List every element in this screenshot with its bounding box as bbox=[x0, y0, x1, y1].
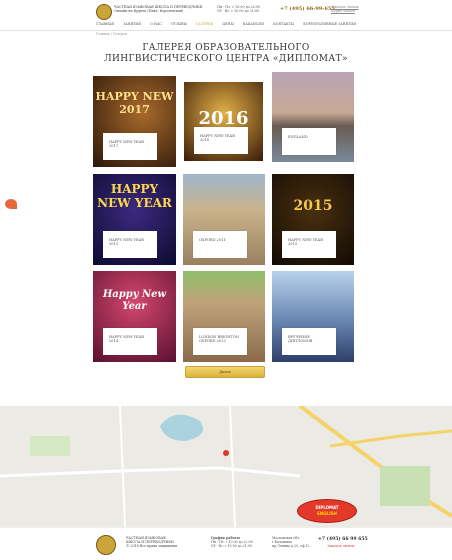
footer-copyright: © 2018 Все права защищены bbox=[126, 544, 178, 549]
nav-classes[interactable]: ЗАНЯТИЯ bbox=[123, 22, 141, 30]
image-text: HAPPY NEW YEAR bbox=[97, 182, 172, 210]
gallery-tile[interactable]: ENGLAND bbox=[272, 72, 354, 162]
page-title: ГАЛЕРЕЯ ОБРАЗОВАТЕЛЬНОГО ЛИНГВИСТИЧЕСКОГ… bbox=[104, 43, 348, 64]
nav-reviews[interactable]: ОТЗЫВЫ bbox=[171, 22, 187, 30]
map-graphic bbox=[0, 406, 452, 527]
footer-logo-icon[interactable] bbox=[96, 535, 116, 555]
badge-line: ENGLISH bbox=[317, 511, 337, 516]
tile-caption: HAPPY NEW YEAR 2012 bbox=[103, 231, 157, 258]
gallery-tile[interactable]: Happy New Year HAPPY NEW YEAR 2014 bbox=[93, 271, 176, 362]
tile-caption: HAPPY NEW YEAR 2017 bbox=[103, 133, 157, 160]
image-text: 2016 bbox=[198, 108, 249, 129]
footer-callback-link[interactable]: Заказать звонок bbox=[327, 544, 354, 548]
gallery-tile[interactable]: OXFORD 2011 bbox=[183, 174, 265, 265]
gallery-tile[interactable]: LONDON BRIGHTON OXFORD 2013 bbox=[183, 271, 265, 362]
nav-corporate[interactable]: КОРПОРАТИВНЫЕ ЗАНЯТИЯ bbox=[303, 22, 356, 30]
nav-about[interactable]: О НАС bbox=[150, 22, 162, 30]
header-divider bbox=[0, 30, 452, 31]
signup-form-link[interactable]: Форма записи bbox=[331, 9, 359, 13]
tile-caption: ENGLAND bbox=[282, 128, 336, 155]
diplomat-english-badge[interactable]: DIPLOMAT ENGLISH bbox=[297, 499, 357, 523]
footer-address: Московская обл. г.Балашиха, пр.Ленина д.… bbox=[272, 536, 324, 549]
brand-line: Онлайн на Фрунзе (Павл. Королевская) bbox=[114, 9, 184, 14]
location-map[interactable] bbox=[0, 406, 452, 527]
tile-caption: OXFORD 2011 bbox=[193, 231, 247, 258]
image-text: 2015 bbox=[293, 198, 333, 214]
more-button[interactable]: Далее bbox=[185, 366, 265, 378]
site-header: ЧАСТНАЯ ЯЗЫКОВАЯ ШКОЛА И ПЕРЕВОДЧИКИ Онл… bbox=[0, 0, 452, 34]
nav-vacancies[interactable]: ВАКАНСИИ bbox=[243, 22, 264, 30]
nav-prices[interactable]: ЦЕНЫ bbox=[222, 22, 233, 30]
tile-caption: HAPPY NEW YEAR 2016 bbox=[194, 127, 248, 154]
header-links: Заказать Звонок Форма записи bbox=[331, 5, 359, 13]
breadcrumb: Главная / Галерея bbox=[96, 32, 127, 36]
tile-caption: ВРУЧЕНИЕ ДИПЛОМОВ bbox=[282, 328, 336, 355]
school-logo-icon[interactable] bbox=[96, 4, 112, 20]
main-nav: ГЛАВНАЯ ЗАНЯТИЯ О НАС ОТЗЫВЫ ГАЛЕРЕЯ ЦЕН… bbox=[96, 22, 356, 30]
image-text: Happy New Year bbox=[102, 289, 167, 312]
address-line: пр.Ленина д.25, оф.12 bbox=[272, 544, 310, 549]
schedule-line: Сб - Вс: с 10:00 до 21:00 bbox=[217, 9, 260, 14]
site-footer: ЧАСТНАЯ ЯЗЫКОВАЯ ШКОЛА И ПЕРЕВОДЧИКИ © 2… bbox=[0, 527, 452, 560]
header-phone[interactable]: +7 (495) 66-99-655 bbox=[280, 6, 335, 12]
image-text: HAPPY NEW 2017 bbox=[95, 90, 174, 116]
gallery-tile[interactable]: HAPPY NEW 2017 HAPPY NEW YEAR 2017 bbox=[93, 76, 176, 167]
schedule-line: Сб - Вс: с 10:00 до 21:00 bbox=[211, 544, 252, 549]
footer-brand: ЧАСТНАЯ ЯЗЫКОВАЯ ШКОЛА И ПЕРЕВОДЧИКИ © 2… bbox=[126, 536, 196, 549]
badge-line: DIPLOMAT bbox=[315, 505, 339, 510]
nav-gallery[interactable]: ГАЛЕРЕЯ bbox=[196, 22, 213, 30]
nav-contacts[interactable]: КОНТАКТЫ bbox=[273, 22, 294, 30]
footer-schedule: График работы Пн - Пт: с 10:00 до 22:00 … bbox=[211, 536, 271, 549]
chat-icon[interactable] bbox=[5, 199, 17, 209]
tile-caption: LONDON BRIGHTON OXFORD 2013 bbox=[193, 328, 247, 355]
brand-text: ЧАСТНАЯ ЯЗЫКОВАЯ ШКОЛА И ПЕРЕВОДЧИКИ Онл… bbox=[114, 5, 204, 13]
tile-caption: HAPPY NEW YEAR 2015 bbox=[282, 231, 336, 258]
gallery-tile[interactable]: HAPPY NEW YEAR HAPPY NEW YEAR 2012 bbox=[93, 174, 176, 265]
gallery-tile[interactable]: 2016 HAPPY NEW YEAR 2016 bbox=[184, 82, 263, 161]
tile-caption: HAPPY NEW YEAR 2014 bbox=[103, 328, 157, 355]
header-schedule: Пн - Пт: с 10:00 до 22:00 Сб - Вс: с 10:… bbox=[217, 5, 277, 13]
nav-home[interactable]: ГЛАВНАЯ bbox=[96, 22, 114, 30]
gallery-tile[interactable]: 2015 HAPPY NEW YEAR 2015 bbox=[272, 174, 354, 265]
footer-phone[interactable]: +7 (495) 66 99 655 bbox=[318, 537, 368, 542]
gallery-tile[interactable]: ВРУЧЕНИЕ ДИПЛОМОВ bbox=[272, 271, 354, 362]
